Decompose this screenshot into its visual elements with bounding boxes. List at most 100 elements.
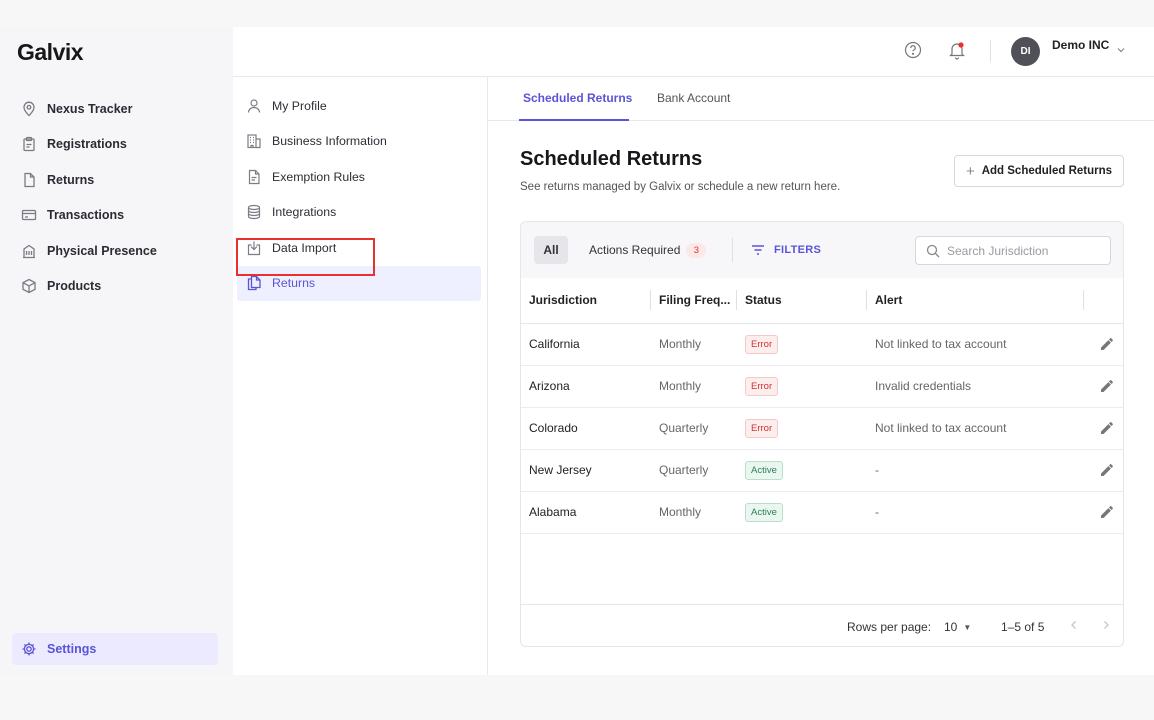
cube-icon — [20, 277, 38, 295]
next-page-icon[interactable] — [1099, 618, 1113, 632]
avatar[interactable]: DI — [1011, 37, 1040, 66]
settings-item-exemption-rules[interactable]: Exemption Rules — [237, 159, 481, 195]
column-header-actions — [1084, 278, 1123, 324]
edit-pencil-icon[interactable] — [1099, 504, 1115, 520]
cell-alert: Invalid credentials — [867, 365, 1084, 408]
building-icon — [20, 242, 38, 260]
filters-button[interactable]: FILTERS — [750, 236, 821, 264]
cell-status: Active — [737, 449, 867, 492]
settings-item-label: Integrations — [272, 205, 337, 220]
help-icon[interactable] — [904, 41, 922, 59]
add-scheduled-returns-button[interactable]: + Add Scheduled Returns — [954, 155, 1124, 187]
filter-chip-all[interactable]: All — [534, 236, 568, 264]
filter-chip-actions-required[interactable]: Actions Required 3 — [589, 236, 707, 264]
file-text-icon — [245, 168, 263, 186]
table-header-row: Jurisdiction Filing Freq... Status Alert — [521, 278, 1123, 324]
company-name[interactable]: Demo INC — [1052, 38, 1109, 52]
add-button-label: Add Scheduled Returns — [981, 165, 1113, 177]
tab-scheduled-returns[interactable]: Scheduled Returns — [523, 91, 632, 105]
settings-item-label: Data Import — [272, 240, 337, 255]
sidebar: Galvix Nexus Tracker Registrations Retur… — [0, 27, 233, 675]
cell-jurisdiction: California — [521, 323, 651, 366]
edit-pencil-icon[interactable] — [1099, 462, 1115, 478]
chip-label: Actions Required — [589, 243, 681, 257]
settings-item-returns[interactable]: Returns — [237, 265, 481, 301]
cell-actions — [1084, 449, 1123, 492]
table-row[interactable]: Arizona Monthly Error Invalid credential… — [521, 365, 1123, 408]
column-header-status[interactable]: Status — [737, 278, 867, 324]
cell-actions — [1084, 407, 1123, 450]
cell-frequency: Monthly — [651, 365, 737, 408]
cell-frequency: Monthly — [651, 491, 737, 534]
document-icon — [20, 171, 38, 189]
cell-status: Active — [737, 491, 867, 534]
page-title: Scheduled Returns — [520, 148, 703, 170]
settings-menu: My Profile Business Information Exemptio… — [233, 77, 488, 675]
clipboard-icon — [20, 135, 38, 153]
search-input[interactable] — [947, 243, 1107, 258]
table-pagination: Rows per page: 10 ▼ 1–5 of 5 — [521, 604, 1123, 646]
sidebar-item-nexus-tracker[interactable]: Nexus Tracker — [12, 91, 218, 127]
tab-bar: Scheduled Returns Bank Account — [488, 77, 1154, 121]
rows-per-page-select[interactable]: 10 ▼ — [944, 620, 971, 634]
cell-jurisdiction: New Jersey — [521, 449, 651, 492]
sidebar-item-label: Physical Presence — [47, 243, 157, 258]
table-row[interactable]: New Jersey Quarterly Active - — [521, 449, 1123, 492]
table-row[interactable]: Colorado Quarterly Error Not linked to t… — [521, 407, 1123, 450]
sidebar-item-label: Registrations — [47, 137, 127, 152]
cell-actions — [1084, 491, 1123, 534]
edit-pencil-icon[interactable] — [1099, 378, 1115, 394]
cell-status: Error — [737, 407, 867, 450]
column-header-filing-frequency[interactable]: Filing Freq... — [651, 278, 737, 324]
settings-item-integrations[interactable]: Integrations — [237, 195, 481, 231]
sidebar-item-physical-presence[interactable]: Physical Presence — [12, 233, 218, 269]
sidebar-item-products[interactable]: Products — [12, 269, 218, 305]
user-icon — [245, 97, 263, 115]
sidebar-item-registrations[interactable]: Registrations — [12, 127, 218, 163]
map-pin-icon — [20, 100, 38, 118]
column-header-jurisdiction[interactable]: Jurisdiction — [521, 278, 651, 324]
top-bar: DI Demo INC — [233, 27, 1154, 77]
sidebar-item-transactions[interactable]: Transactions — [12, 198, 218, 234]
table-row[interactable]: California Monthly Error Not linked to t… — [521, 323, 1123, 366]
settings-item-business-information[interactable]: Business Information — [237, 124, 481, 160]
credit-card-icon — [20, 206, 38, 224]
cell-frequency: Monthly — [651, 323, 737, 366]
sidebar-item-settings[interactable]: Settings — [12, 633, 218, 665]
sidebar-item-label: Transactions — [47, 208, 125, 223]
edit-pencil-icon[interactable] — [1099, 420, 1115, 436]
cell-frequency: Quarterly — [651, 407, 737, 450]
cell-jurisdiction: Alabama — [521, 491, 651, 534]
caret-down-icon: ▼ — [963, 622, 972, 632]
status-badge: Error — [745, 418, 779, 438]
status-badge: Error — [745, 376, 779, 396]
brand-logo: Galvix — [17, 39, 84, 65]
cell-alert: Not linked to tax account — [867, 323, 1084, 366]
settings-item-data-import[interactable]: Data Import — [237, 230, 481, 266]
cell-alert: Not linked to tax account — [867, 407, 1084, 450]
filters-label: FILTERS — [774, 244, 822, 256]
import-icon — [245, 239, 263, 257]
sidebar-item-label: Returns — [47, 172, 95, 187]
database-icon — [245, 203, 263, 221]
column-header-alert[interactable]: Alert — [867, 278, 1084, 324]
status-badge: Active — [745, 502, 783, 522]
tab-bank-account[interactable]: Bank Account — [657, 91, 730, 105]
app-window: Galvix Nexus Tracker Registrations Retur… — [0, 27, 1154, 675]
chevron-down-icon[interactable] — [1115, 44, 1127, 56]
cell-jurisdiction: Colorado — [521, 407, 651, 450]
previous-page-icon[interactable] — [1067, 618, 1081, 632]
sidebar-item-returns[interactable]: Returns — [12, 162, 218, 198]
status-badge: Active — [745, 460, 783, 480]
pagination-range: 1–5 of 5 — [1001, 620, 1045, 634]
table-row[interactable]: Alabama Monthly Active - — [521, 491, 1123, 534]
notification-bell-icon[interactable] — [948, 40, 966, 60]
settings-item-my-profile[interactable]: My Profile — [237, 88, 481, 124]
edit-pencil-icon[interactable] — [1099, 336, 1115, 352]
settings-item-label: Exemption Rules — [272, 169, 365, 184]
plus-icon: + — [965, 162, 975, 180]
toolbar-divider — [732, 238, 733, 262]
main-content: Scheduled Returns Bank Account Scheduled… — [488, 77, 1154, 675]
cell-jurisdiction: Arizona — [521, 365, 651, 408]
sidebar-item-label: Nexus Tracker — [47, 101, 133, 116]
